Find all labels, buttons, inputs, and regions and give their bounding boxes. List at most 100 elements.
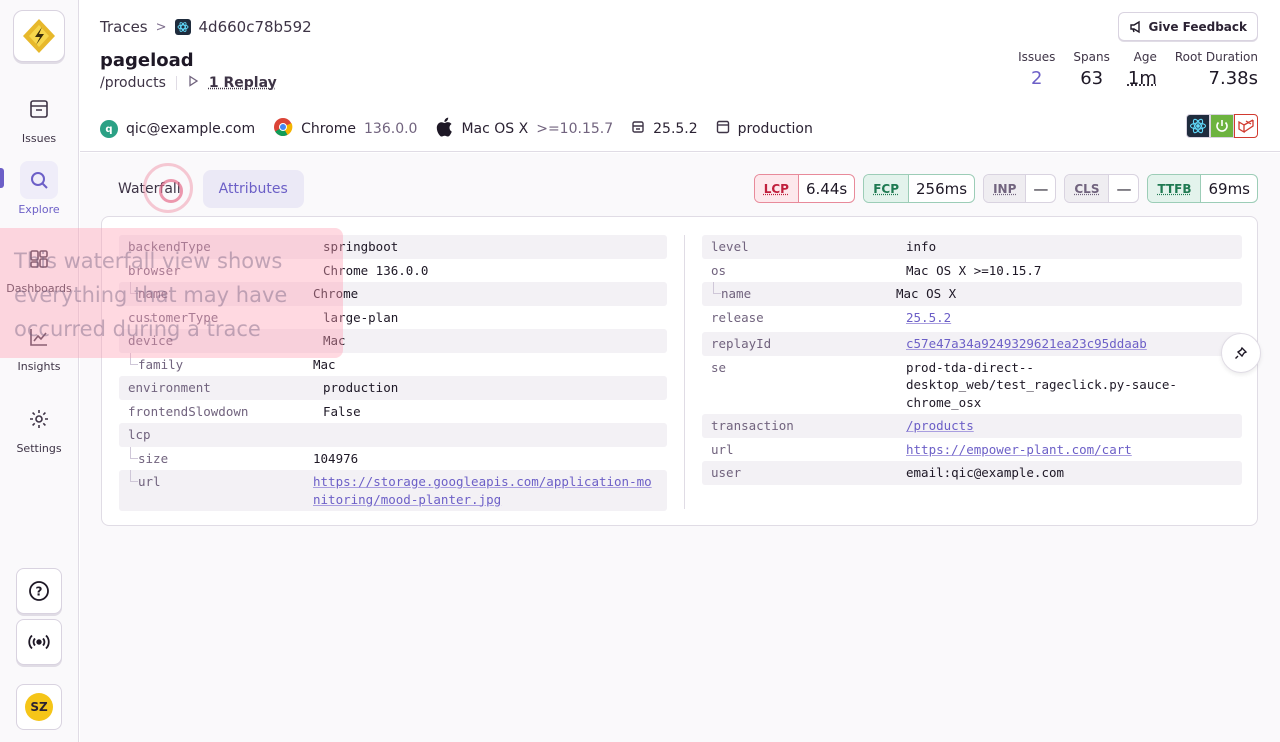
logo-icon — [23, 19, 55, 53]
attribute-key: se — [711, 359, 727, 375]
context-environment[interactable]: production — [716, 120, 813, 138]
transaction-path: /products — [100, 75, 166, 91]
trace-id: 4d660c78b592 — [198, 18, 312, 36]
divider — [175, 76, 177, 90]
vital-lcp[interactable]: LCP 6.44s — [753, 174, 856, 203]
stat-root-duration: Root Duration 7.38s — [1175, 50, 1258, 89]
trace-tabs: Waterfall Attributes — [102, 170, 304, 208]
column-divider — [684, 235, 685, 509]
attribute-value: Mac — [313, 356, 336, 372]
attribute-link[interactable]: https://storage.googleapis.com/applicati… — [313, 473, 658, 508]
stat-label: Root Duration — [1174, 50, 1258, 64]
attribute-row: size 104976 — [119, 446, 667, 471]
spring-icon[interactable] — [1210, 114, 1234, 138]
vital-name: LCP — [754, 175, 799, 202]
avatar: SZ — [25, 693, 53, 721]
attribute-row: url https://storage.googleapis.com/applic… — [119, 470, 667, 511]
sidebar-item-label: Explore — [18, 203, 60, 216]
attribute-value: Mac OS X — [896, 286, 957, 301]
attribute-row: url https://empower-plant.com/cart — [702, 438, 1242, 462]
attribute-key: environment — [128, 380, 211, 395]
attribute-link[interactable]: https://empower-plant.com/cart — [906, 441, 1132, 459]
browser-version: 136.0.0 — [364, 121, 418, 137]
stat-issues: Issues 2 — [1018, 50, 1055, 89]
context-os[interactable]: Mac OS X >=10.15.7 — [435, 117, 613, 141]
attribute-row: environment production — [119, 376, 667, 400]
sidebar-item-label: Insights — [17, 360, 61, 373]
attribute-value: Mac OS X >=10.15.7 — [906, 262, 1042, 278]
spans-count: 63 — [1080, 68, 1104, 89]
user-menu-button[interactable]: SZ — [16, 684, 62, 730]
attribute-row: user email:qic@example.com — [702, 461, 1242, 485]
attribute-key: frontendSlowdown — [128, 403, 249, 419]
attribute-row: os Mac OS X >=10.15.7 — [702, 259, 1242, 283]
give-feedback-button[interactable]: Give Feedback — [1117, 12, 1258, 41]
attribute-value: email:qic@example.com — [906, 465, 1065, 480]
broadcasts-button[interactable] — [16, 619, 62, 665]
attribute-value: info — [906, 239, 937, 254]
attribute-value: Chrome 136.0.0 — [323, 262, 429, 278]
attribute-key: size — [128, 446, 323, 468]
chevron-right-icon: > — [155, 19, 167, 35]
attribute-key: family — [128, 352, 323, 374]
attribute-value: springboot — [323, 239, 399, 254]
attribute-key: name — [711, 282, 906, 303]
tab-attributes[interactable]: Attributes — [202, 170, 304, 208]
give-feedback-label: Give Feedback — [1148, 19, 1247, 34]
stat-label: Spans — [1073, 50, 1110, 64]
attributes-right-column: level info os Mac OS X >=10.15.7 name Mac O… — [702, 235, 1242, 485]
attribute-link[interactable]: 25.5.2 — [906, 309, 951, 327]
attribute-value: large-plan — [323, 309, 399, 325]
sidebar-item-settings[interactable]: Settings — [0, 400, 78, 455]
sidebar-item-issues[interactable]: Issues — [0, 90, 78, 145]
attribute-row: transaction/products — [702, 414, 1242, 438]
react-icon[interactable] — [1186, 114, 1210, 138]
app-logo[interactable] — [13, 10, 65, 62]
attribute-row: se prod-tda-direct--desktop_web/test_rage… — [702, 356, 1242, 415]
sidebar-item-explore[interactable]: Explore — [0, 161, 78, 216]
context-release[interactable]: 25.5.2 — [631, 120, 698, 138]
context-browser[interactable]: Chrome 136.0.0 — [273, 117, 417, 141]
environment-icon — [716, 120, 730, 138]
root-duration-value: 7.38s — [1208, 68, 1258, 89]
trace-subtitle: /products 1 Replay — [100, 75, 277, 91]
issues-count[interactable]: 2 — [1018, 68, 1055, 89]
attribute-link[interactable]: c57e47a34a9249329621ea23c95ddaab — [906, 335, 1233, 353]
vital-cls[interactable]: CLS — — [1064, 174, 1140, 203]
age-value: 1m — [1127, 68, 1157, 89]
vital-value: 6.44s — [805, 179, 848, 198]
vital-name: FCP — [864, 175, 909, 202]
attribute-key: transaction — [711, 418, 794, 433]
gear-icon — [20, 400, 58, 438]
svg-text:?: ? — [36, 585, 43, 599]
attribute-row: level info — [702, 235, 1242, 259]
attribute-key: url — [711, 441, 734, 457]
release-version: 25.5.2 — [653, 121, 698, 137]
megaphone-icon — [1129, 20, 1140, 33]
vital-value: 256ms — [916, 179, 968, 198]
stat-label: Age — [1133, 50, 1157, 64]
tour-hotspot[interactable] — [143, 163, 193, 213]
attribute-value — [323, 426, 658, 444]
breadcrumb-traces[interactable]: Traces — [100, 18, 148, 36]
os-name: Mac OS X — [461, 121, 529, 137]
attribute-key: os — [711, 262, 727, 278]
chrome-icon — [273, 117, 293, 141]
laravel-icon[interactable] — [1234, 114, 1258, 138]
attribute-row: frontendSlowdown False — [119, 400, 667, 424]
replay-link[interactable]: 1 Replay — [209, 75, 277, 91]
page-title: pageload — [100, 50, 194, 71]
vital-value: 69ms — [1208, 179, 1250, 198]
trace-stats: Issues 2 Spans 63 Age 1m Root Duration 7… — [1018, 50, 1258, 89]
stat-label: Issues — [1018, 50, 1056, 64]
help-button[interactable]: ? — [16, 568, 62, 614]
vital-fcp[interactable]: FCP 256ms — [863, 174, 976, 203]
user-avatar: q — [100, 120, 118, 138]
attribute-link[interactable]: /products — [906, 417, 974, 435]
pin-button[interactable] — [1221, 333, 1261, 373]
vital-inp[interactable]: INP — — [983, 174, 1057, 203]
context-user[interactable]: q qic@example.com — [100, 120, 255, 138]
stat-age: Age 1m — [1128, 50, 1157, 89]
vital-ttfb[interactable]: TTFB 69ms — [1147, 174, 1258, 203]
attribute-value: production — [323, 380, 399, 395]
